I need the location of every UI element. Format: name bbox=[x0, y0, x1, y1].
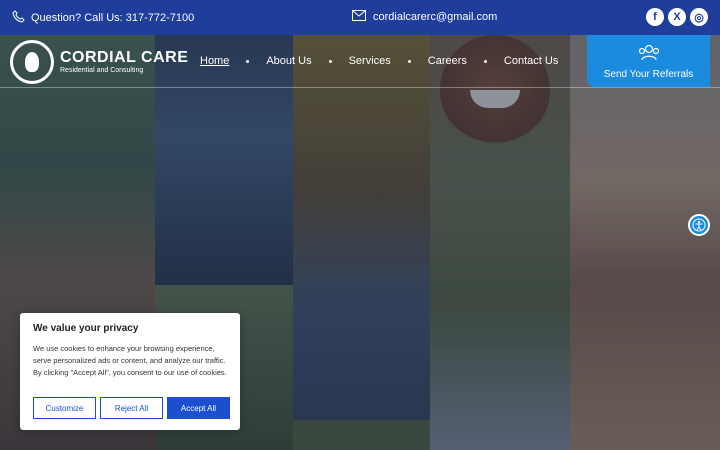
phone-icon bbox=[12, 10, 25, 26]
cookie-title: We value your privacy bbox=[33, 323, 139, 334]
social-links: f X ◎ bbox=[646, 8, 708, 26]
referral-group-icon bbox=[637, 43, 661, 64]
phone-text: Question? Call Us: 317-772-7100 bbox=[31, 12, 195, 24]
nav-separator bbox=[246, 59, 250, 63]
phone-contact[interactable]: Question? Call Us: 317-772-7100 bbox=[12, 10, 194, 26]
email-text: cordialcarerc@gmail.com bbox=[373, 11, 498, 23]
header-divider bbox=[0, 87, 720, 88]
logo-name: CORDIAL CARE bbox=[60, 48, 189, 66]
nav-separator bbox=[407, 59, 411, 63]
nav-contact-us[interactable]: Contact Us bbox=[504, 55, 558, 67]
referral-label: Send Your Referrals bbox=[603, 68, 694, 80]
nav-services[interactable]: Services bbox=[349, 55, 391, 67]
email-icon bbox=[352, 10, 366, 24]
customize-button[interactable]: Customize bbox=[33, 397, 96, 419]
cookie-body: We use cookies to enhance your browsing … bbox=[33, 344, 227, 377]
cookie-banner: We value your privacy We use cookies to … bbox=[20, 313, 240, 430]
nav-about-us[interactable]: About Us bbox=[266, 55, 311, 67]
nav-careers[interactable]: Careers bbox=[428, 55, 467, 67]
logo-tagline: Residential and Consulting bbox=[60, 66, 144, 74]
accessibility-icon[interactable] bbox=[688, 214, 710, 236]
logo-mark-icon bbox=[10, 40, 54, 84]
nav-separator bbox=[328, 59, 332, 63]
nav-home[interactable]: Home bbox=[200, 55, 229, 67]
cookie-actions: Customize Reject All Accept All bbox=[33, 397, 230, 419]
facebook-icon[interactable]: f bbox=[646, 8, 664, 26]
reject-all-button[interactable]: Reject All bbox=[100, 397, 163, 419]
accept-all-button[interactable]: Accept All bbox=[167, 397, 230, 419]
site-logo[interactable]: CORDIAL CARE Residential and Consulting bbox=[10, 40, 188, 84]
nav-separator bbox=[483, 59, 487, 63]
x-icon[interactable]: X bbox=[668, 8, 686, 26]
top-bar: Question? Call Us: 317-772-7100 cordialc… bbox=[0, 0, 720, 35]
instagram-icon[interactable]: ◎ bbox=[690, 8, 708, 26]
send-referrals-button[interactable]: Send Your Referrals bbox=[587, 35, 710, 87]
email-contact[interactable]: cordialcarerc@gmail.com bbox=[352, 10, 497, 24]
main-nav: Home About Us Services Careers Contact U… bbox=[200, 55, 558, 67]
